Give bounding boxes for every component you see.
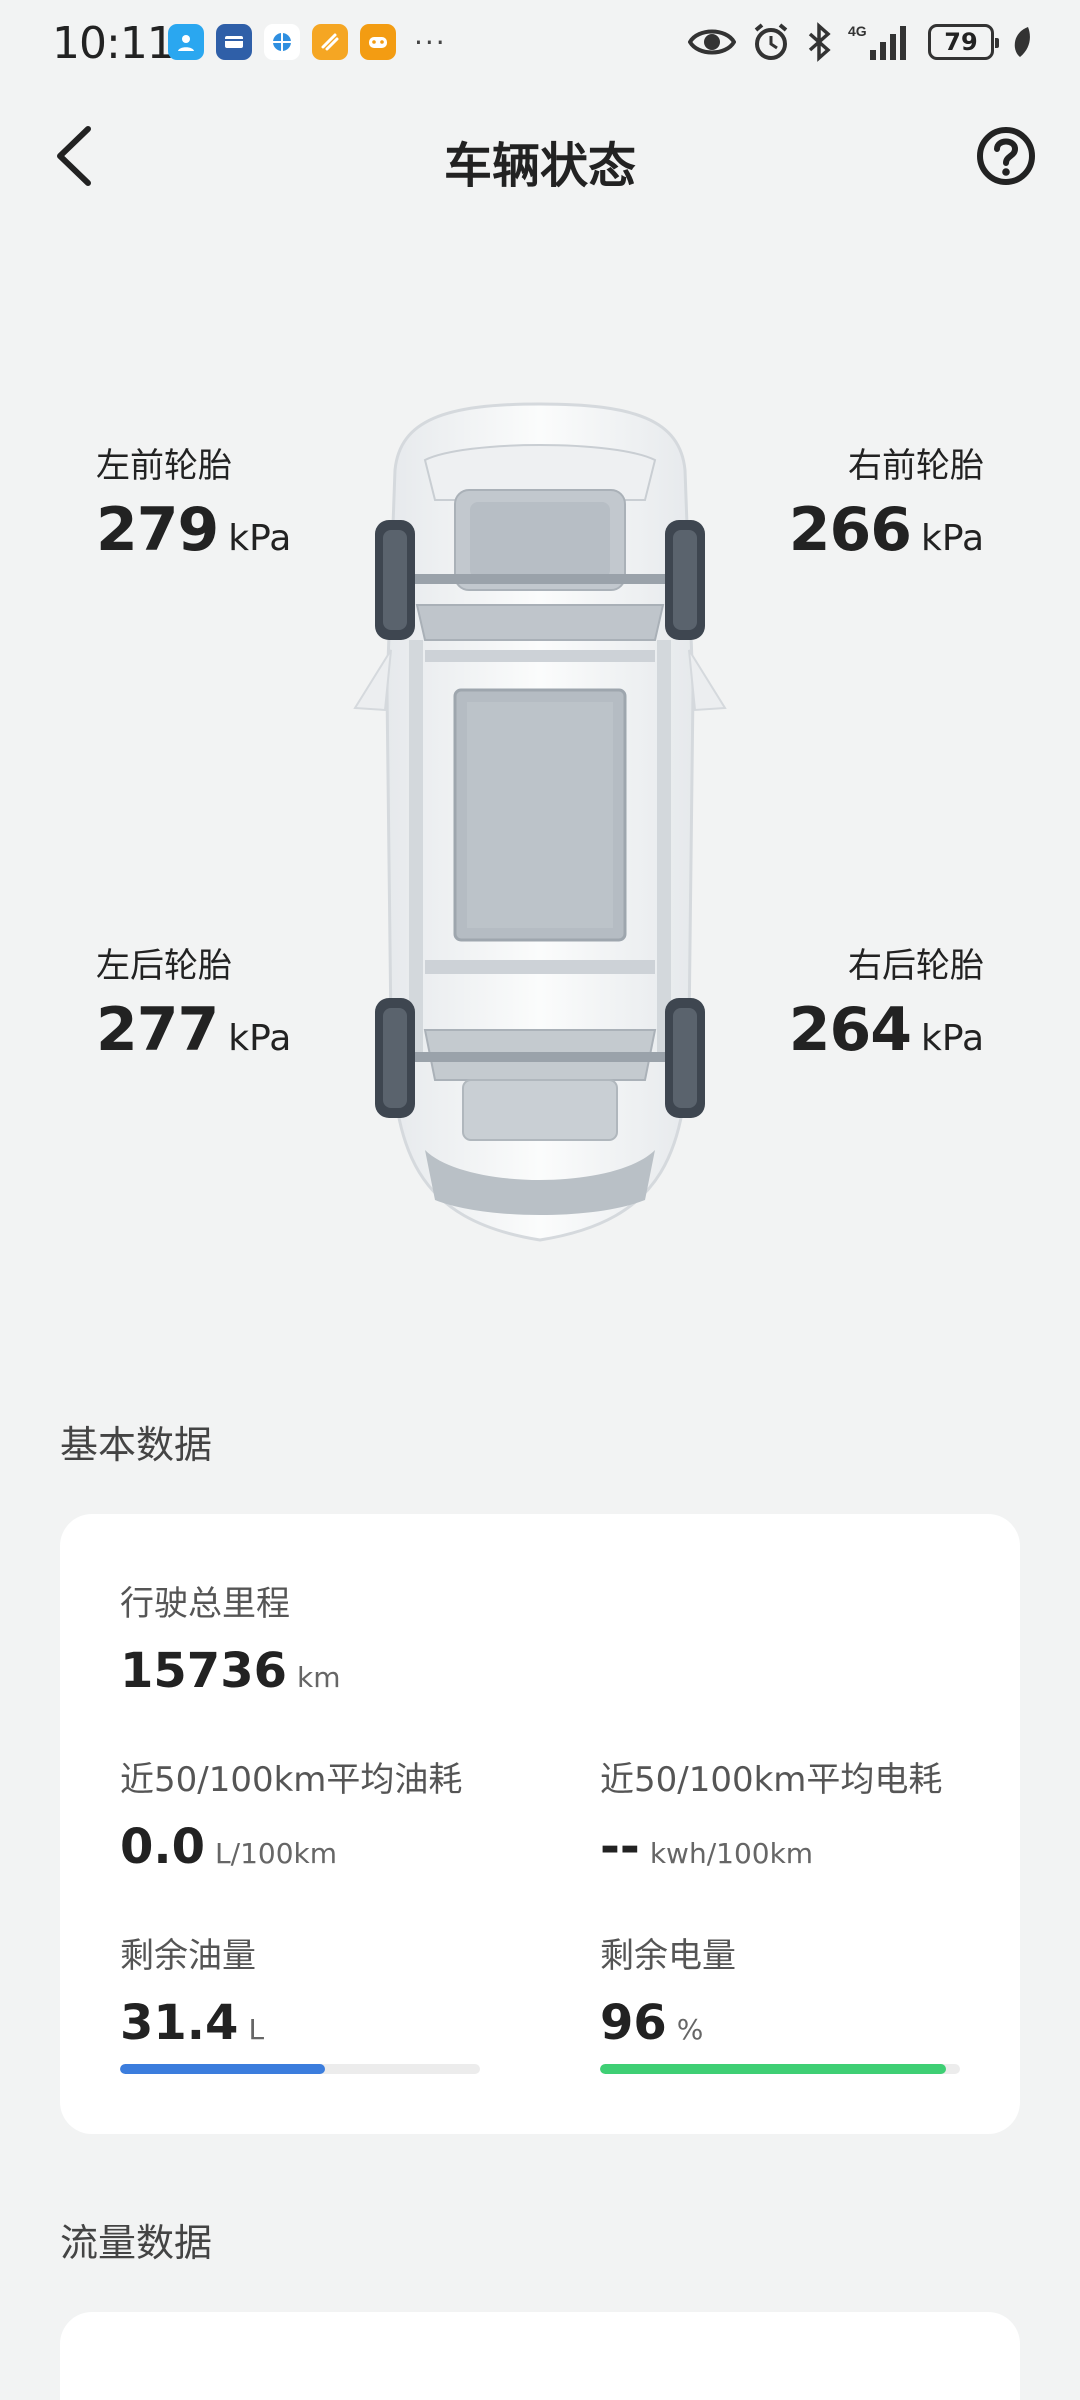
tire-front-left: 左前轮胎 279 kPa (96, 438, 291, 565)
tire-pressure-unit: kPa (228, 518, 292, 559)
wallet-app-icon (216, 24, 252, 60)
system-icons: 4G 79 (688, 22, 1032, 62)
fuel-left-value: 31.4 (120, 1995, 239, 2051)
tire-front-right: 右前轮胎 266 kPa (789, 438, 984, 565)
traffic-data-title: 流量数据 (60, 2221, 213, 2265)
car-chassis-image (353, 402, 727, 1242)
avg-fuel-label: 近50/100km平均油耗 (120, 1760, 463, 1800)
tire-rear-right: 右后轮胎 264 kPa (789, 938, 984, 1065)
avg-power-label: 近50/100km平均电耗 (600, 1760, 943, 1800)
fuel-level-bar (120, 2064, 480, 2074)
avg-fuel-unit: L/100km (215, 1837, 337, 1870)
tire-pressure-unit: kPa (921, 1018, 984, 1059)
status-time: 10:11 (52, 18, 175, 69)
avg-power-value: -- (600, 1819, 640, 1875)
tire-pressure-value: 266 (788, 495, 912, 565)
help-icon (977, 127, 1035, 185)
odometer-label: 行驶总里程 (120, 1584, 290, 1624)
eye-comfort-icon (688, 29, 736, 55)
battery-left-stat: 剩余电量 96% (600, 1928, 736, 2051)
leaf-icon (1014, 27, 1030, 57)
page-title: 车辆状态 (443, 138, 636, 194)
tire-label: 左前轮胎 (96, 446, 232, 486)
basic-data-card: 行驶总里程 15736 km 近50/100km平均油耗 0.0 L/100km 近… (60, 1514, 1020, 2134)
tire-pressure-value: 277 (96, 995, 219, 1065)
tire-pressure-value: 279 (96, 495, 219, 565)
tire-label: 右后轮胎 (848, 946, 984, 986)
avg-power-stat: 近50/100km平均电耗 -- kwh/100km (600, 1752, 942, 1875)
fuel-left-unit: L (248, 2013, 265, 2046)
notes-app-icon (312, 24, 348, 60)
status-bar: 10:11 ··· 4G 79 (0, 0, 1080, 90)
battery-icon: 79 (928, 24, 999, 60)
signal-4g-icon: 4G (848, 23, 906, 60)
fuel-left-stat: 剩余油量 31.4 L (120, 1928, 264, 2051)
browser-app-icon (264, 24, 300, 60)
odometer-value: 15736 (120, 1643, 287, 1699)
tire-label: 左后轮胎 (96, 946, 232, 986)
battery-left-unit: % (676, 2013, 704, 2046)
game-app-icon (360, 24, 396, 60)
avg-power-unit: kwh/100km (649, 1837, 814, 1870)
notification-icons: ··· (168, 24, 447, 60)
tire-label: 右前轮胎 (848, 446, 984, 486)
alarm-icon (754, 23, 788, 60)
traffic-data-card (60, 2312, 1020, 2400)
tire-pressure-panel: 左前轮胎 279 kPa 右前轮胎 266 kPa 左后轮胎 277 kPa 右后轮胎… (0, 390, 1080, 1290)
contacts-app-icon (168, 24, 204, 60)
odometer-stat: 行驶总里程 15736 km (120, 1576, 341, 1699)
help-button[interactable] (970, 120, 1042, 192)
bluetooth-icon (808, 22, 831, 62)
battery-left-value: 96 (600, 1995, 667, 2051)
page-header: 车辆状态 (0, 100, 1080, 210)
fuel-left-label: 剩余油量 (120, 1936, 256, 1976)
tire-pressure-unit: kPa (228, 1018, 292, 1059)
tire-pressure-value: 264 (788, 995, 912, 1065)
tire-rear-left: 左后轮胎 277 kPa (96, 938, 291, 1065)
battery-left-label: 剩余电量 (600, 1936, 736, 1976)
battery-level-fill (600, 2064, 946, 2074)
fuel-level-fill (120, 2064, 326, 2074)
basic-data-title: 基本数据 (60, 1423, 213, 1467)
svg-text:4G: 4G (848, 23, 867, 39)
odometer-unit: km (297, 1661, 341, 1694)
avg-fuel-stat: 近50/100km平均油耗 0.0 L/100km (120, 1752, 462, 1875)
tire-pressure-unit: kPa (921, 518, 984, 559)
battery-level: 79 (944, 28, 978, 56)
battery-level-bar (600, 2064, 960, 2074)
more-notifications-icon: ··· (414, 25, 447, 59)
avg-fuel-value: 0.0 (120, 1819, 206, 1875)
